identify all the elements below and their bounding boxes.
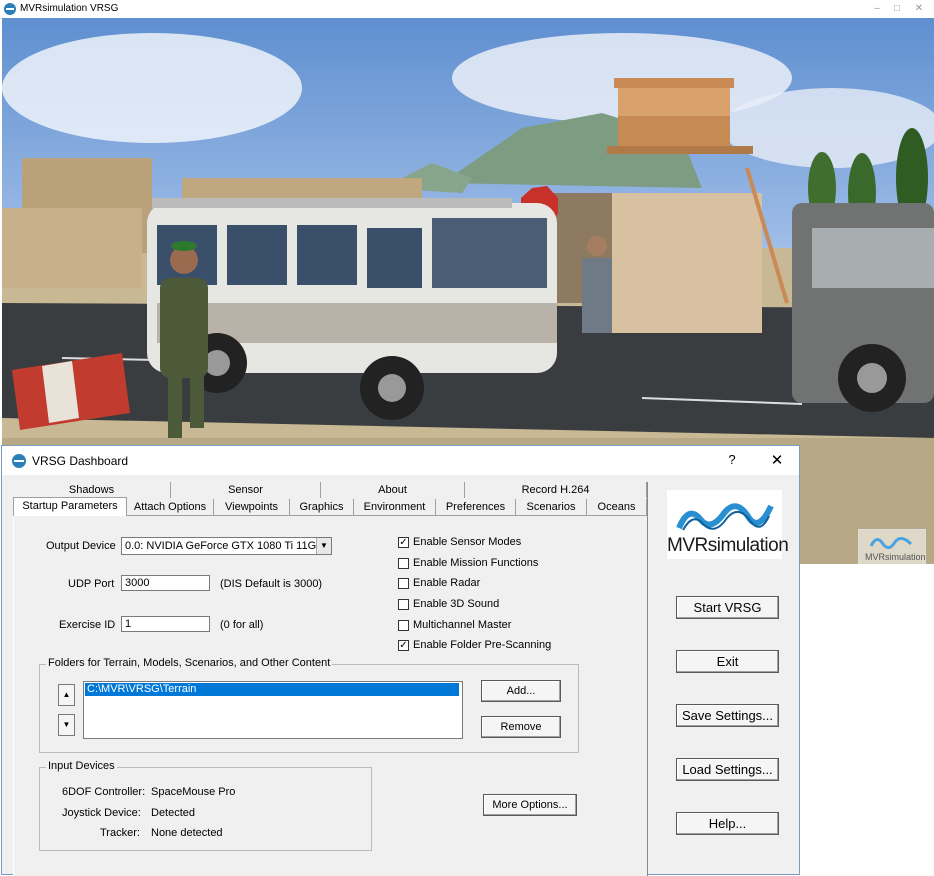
- app-logo-icon: [4, 3, 16, 15]
- tab-record-h264[interactable]: Record H.264: [465, 482, 647, 498]
- move-down-button[interactable]: ▼: [58, 714, 75, 736]
- tab-shadows[interactable]: Shadows: [13, 482, 171, 498]
- panel-divider: [647, 482, 648, 876]
- tab-graphics[interactable]: Graphics: [290, 499, 354, 515]
- output-device-label: Output Device: [46, 540, 116, 552]
- enable-folder-prescanning-checkbox[interactable]: ✓: [398, 640, 409, 651]
- multichannel-master-checkbox[interactable]: [398, 620, 409, 631]
- enable-folder-prescanning-label: Enable Folder Pre-Scanning: [413, 639, 552, 651]
- exercise-id-hint: (0 for all): [220, 619, 264, 631]
- watermark-text: MVRsimulation: [865, 552, 926, 562]
- enable-3d-sound-label: Enable 3D Sound: [413, 598, 500, 610]
- save-settings-button[interactable]: Save Settings...: [676, 704, 779, 727]
- dialog-title-bar: VRSG Dashboard ? ✕: [2, 446, 799, 475]
- exit-button[interactable]: Exit: [676, 650, 779, 673]
- multichannel-master-label: Multichannel Master: [413, 619, 512, 631]
- udp-port-label: UDP Port: [68, 578, 115, 590]
- app-title-bar: MVRsimulation VRSG – □ ✕: [0, 0, 934, 19]
- list-item[interactable]: C:\MVR\VRSG\Terrain: [84, 682, 460, 697]
- tab-attach-options[interactable]: Attach Options: [127, 499, 214, 515]
- scene-watermark: MVRsimulation: [858, 529, 926, 564]
- tab-scenarios[interactable]: Scenarios: [516, 499, 587, 515]
- add-folder-button[interactable]: Add...: [481, 680, 561, 702]
- tab-startup-parameters[interactable]: Startup Parameters: [13, 497, 127, 516]
- help-button[interactable]: Help...: [676, 812, 779, 835]
- enable-3d-sound-checkbox[interactable]: [398, 599, 409, 610]
- move-up-button[interactable]: ▲: [58, 684, 75, 706]
- output-device-select[interactable]: 0.0: NVIDIA GeForce GTX 1080 Ti 11GB ▼: [121, 537, 332, 555]
- close-window-icon[interactable]: ✕: [910, 1, 928, 17]
- maximize-icon[interactable]: □: [888, 1, 906, 17]
- enable-mission-functions-label: Enable Mission Functions: [413, 557, 539, 569]
- exercise-id-label: Exercise ID: [59, 619, 116, 631]
- tab-viewpoints[interactable]: Viewpoints: [214, 499, 290, 515]
- brand-wordmark: MVRsimulation: [667, 535, 789, 556]
- joystick-device-value: Detected: [151, 807, 196, 819]
- tab-environment[interactable]: Environment: [354, 499, 436, 515]
- remove-folder-button[interactable]: Remove: [481, 716, 561, 738]
- enable-sensor-modes-label: Enable Sensor Modes: [413, 536, 522, 548]
- dialog-title: VRSG Dashboard: [32, 454, 129, 468]
- brand-wave-icon: [676, 503, 774, 531]
- more-options-button[interactable]: More Options...: [483, 794, 577, 816]
- enable-radar-checkbox[interactable]: [398, 578, 409, 589]
- udp-port-hint: (DIS Default is 3000): [220, 578, 323, 590]
- start-vrsg-button[interactable]: Start VRSG: [676, 596, 779, 619]
- app-title: MVRsimulation VRSG: [20, 3, 119, 14]
- tab-about[interactable]: About: [321, 482, 465, 498]
- tracker-label: Tracker:: [100, 827, 140, 839]
- chevron-down-icon[interactable]: ▼: [316, 538, 331, 554]
- watermark-wave-icon: [869, 537, 913, 549]
- load-settings-button[interactable]: Load Settings...: [676, 758, 779, 781]
- folders-listbox[interactable]: C:\MVR\VRSG\Terrain: [83, 681, 463, 739]
- arrow-up-icon: ▲: [62, 690, 71, 699]
- tab-preferences[interactable]: Preferences: [436, 499, 516, 515]
- tab-sensor[interactable]: Sensor: [171, 482, 321, 498]
- vrsg-dashboard-dialog: VRSG Dashboard ? ✕ Shadows Sensor About …: [1, 445, 800, 876]
- input-devices-legend: Input Devices: [46, 760, 117, 772]
- exercise-id-input[interactable]: 1: [121, 616, 210, 632]
- close-icon[interactable]: ✕: [768, 451, 786, 469]
- 6dof-controller-value: SpaceMouse Pro: [151, 786, 236, 798]
- tracker-value: None detected: [151, 827, 223, 839]
- enable-radar-label: Enable Radar: [413, 577, 481, 589]
- tab-oceans[interactable]: Oceans: [587, 499, 647, 515]
- output-device-value: 0.0: NVIDIA GeForce GTX 1080 Ti 11GB: [125, 540, 324, 552]
- help-icon[interactable]: ?: [724, 452, 740, 468]
- dialog-logo-icon: [12, 454, 26, 468]
- arrow-down-icon: ▼: [62, 720, 71, 729]
- minimize-icon[interactable]: –: [868, 1, 886, 17]
- folders-legend: Folders for Terrain, Models, Scenarios, …: [46, 657, 333, 669]
- 6dof-controller-label: 6DOF Controller:: [62, 786, 146, 798]
- enable-sensor-modes-checkbox[interactable]: ✓: [398, 537, 409, 548]
- udp-port-input[interactable]: 3000: [121, 575, 210, 591]
- joystick-device-label: Joystick Device:: [62, 807, 141, 819]
- mvr-brand-logo: MVRsimulation: [667, 490, 789, 559]
- enable-mission-functions-checkbox[interactable]: [398, 558, 409, 569]
